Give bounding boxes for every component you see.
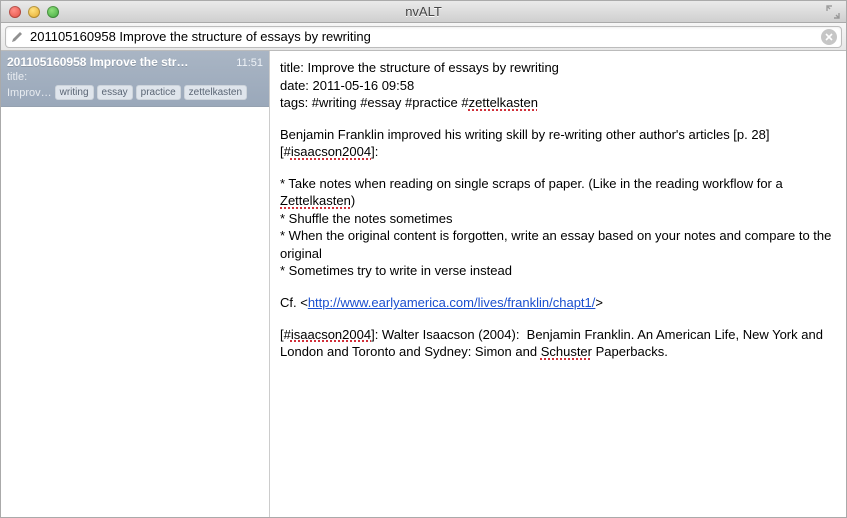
note-item-title: 201105160958 Improve the str… [7,55,188,69]
search-box[interactable] [5,26,842,48]
reference-block: [#isaacson2004]: Walter Isaacson (2004):… [280,326,836,361]
note-list[interactable]: 201105160958 Improve the str… 11:51 titl… [1,51,270,517]
close-button[interactable] [9,6,21,18]
tag-chip[interactable]: writing [55,85,94,100]
window-title: nvALT [1,4,846,19]
note-editor[interactable]: title: Improve the structure of essays b… [270,51,846,517]
front-matter: title: Improve the structure of essays b… [280,59,836,112]
body: 201105160958 Improve the str… 11:51 titl… [1,51,846,517]
note-item-preview: Improv… [7,87,52,99]
note-list-item[interactable]: 201105160958 Improve the str… 11:51 titl… [1,51,269,107]
note-item-subtitle: title: [7,71,263,83]
bullet-list: * Take notes when reading on single scra… [280,175,836,280]
external-link[interactable]: http://www.earlyamerica.com/lives/frankl… [308,295,596,310]
traffic-lights [9,6,59,18]
search-row [1,23,846,51]
note-item-time: 11:51 [236,57,263,69]
pencil-icon [10,30,24,44]
minimize-button[interactable] [28,6,40,18]
fullscreen-icon[interactable] [826,5,840,19]
tag-chip[interactable]: zettelkasten [184,85,247,100]
close-icon [825,33,833,41]
cf-line: Cf. <http://www.earlyamerica.com/lives/f… [280,294,836,312]
clear-search-button[interactable] [821,29,837,45]
titlebar: nvALT [1,1,846,23]
intro-para: Benjamin Franklin improved his writing s… [280,126,836,161]
tag-chip[interactable]: essay [97,85,133,100]
search-input[interactable] [28,28,821,45]
tag-chip[interactable]: practice [136,85,181,100]
zoom-button[interactable] [47,6,59,18]
app-window: nvALT 201105160958 Improve the str… 11:5… [0,0,847,518]
